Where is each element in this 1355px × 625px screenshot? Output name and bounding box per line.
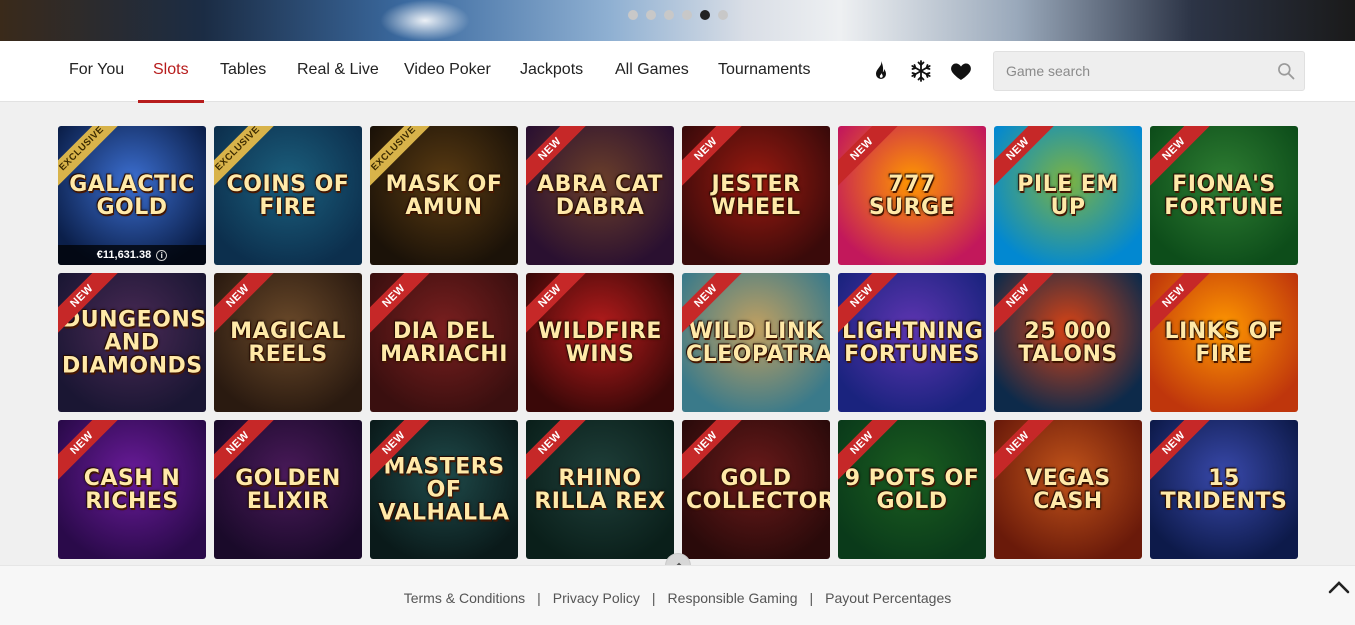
game-title: WILD LINK CLEOPATRA <box>686 318 830 367</box>
game-tile[interactable]: GOLD COLLECTOR NEW <box>682 420 830 559</box>
separator: | <box>809 590 814 606</box>
game-title: VEGAS CASH <box>1025 465 1111 514</box>
game-tile[interactable]: DIA DEL MARIACHI NEW <box>370 273 518 412</box>
game-title: COINS OF FIRE <box>226 171 350 220</box>
game-title: MASK OF AMUN <box>385 171 503 220</box>
game-tile[interactable]: COINS OF FIRE EXCLUSIVE <box>214 126 362 265</box>
link-payout[interactable]: Payout Percentages <box>825 590 951 606</box>
back-to-top-icon[interactable] <box>1327 576 1351 596</box>
game-title: MAGICAL REELS <box>230 318 346 367</box>
game-title: 25 000 TALONS <box>1018 318 1118 367</box>
tab-video-poker[interactable]: Video Poker <box>404 41 491 102</box>
footer: Terms & Conditions | Privacy Policy | Respon… <box>0 565 1355 625</box>
game-title: 15 TRIDENTS <box>1160 465 1288 514</box>
game-tile[interactable]: WILDFIRE WINS NEW <box>526 273 674 412</box>
game-title: 9 POTS OF GOLD <box>844 465 980 514</box>
separator: | <box>651 590 656 606</box>
game-tile[interactable]: WILD LINK CLEOPATRA NEW <box>682 273 830 412</box>
game-tile[interactable]: GOLDEN ELIXIR NEW <box>214 420 362 559</box>
game-title: RHINO RILLA REX <box>534 465 666 514</box>
jackpot-value: €11,631.38 <box>96 249 152 261</box>
game-tile[interactable]: VEGAS CASH NEW <box>994 420 1142 559</box>
separator: | <box>537 590 541 606</box>
carousel-dot[interactable] <box>700 10 710 20</box>
game-title: LINKS OF FIRE <box>1164 318 1284 367</box>
tab-all-games[interactable]: All Games <box>615 41 689 102</box>
game-tile[interactable]: LIGHTNING FORTUNES NEW <box>838 273 986 412</box>
carousel-dot[interactable] <box>664 10 674 20</box>
carousel-dot[interactable] <box>682 10 692 20</box>
game-tile[interactable]: JESTER WHEEL NEW <box>682 126 830 265</box>
info-icon[interactable]: i <box>156 249 168 261</box>
game-title: CASH N RICHES <box>83 465 181 514</box>
link-privacy[interactable]: Privacy Policy <box>553 590 640 606</box>
tab-real-live[interactable]: Real & Live <box>297 41 379 102</box>
game-tile[interactable]: 15 TRIDENTS NEW <box>1150 420 1298 559</box>
jackpot-amount: €11,631.38 i <box>58 245 206 265</box>
tab-tournaments[interactable]: Tournaments <box>718 41 811 102</box>
game-title: DUNGEONS AND DIAMONDS <box>62 307 206 378</box>
game-title: MASTERS OF VALHALLA <box>378 454 510 525</box>
fire-icon[interactable] <box>869 59 893 83</box>
carousel-dot[interactable] <box>646 10 656 20</box>
hero-banner[interactable] <box>0 0 1355 41</box>
search-icon[interactable] <box>1276 61 1296 81</box>
game-title: 777 SURGE <box>868 171 956 220</box>
game-tile[interactable]: MAGICAL REELS NEW <box>214 273 362 412</box>
tab-for-you[interactable]: For You <box>69 41 124 102</box>
carousel-dot[interactable] <box>718 10 728 20</box>
game-tile[interactable]: 777 SURGE NEW <box>838 126 986 265</box>
carousel-dot[interactable] <box>628 10 638 20</box>
game-title: GALACTIC GOLD <box>69 171 195 220</box>
footer-links: Terms & Conditions | Privacy Policy | Respon… <box>0 590 1355 606</box>
game-tile[interactable]: MASTERS OF VALHALLA NEW <box>370 420 518 559</box>
game-search <box>993 51 1305 91</box>
game-title: ABRA CAT DABRA <box>537 171 663 220</box>
tab-jackpots[interactable]: Jackpots <box>520 41 583 102</box>
game-title: WILDFIRE WINS <box>538 318 662 367</box>
game-tile[interactable]: MASK OF AMUN EXCLUSIVE <box>370 126 518 265</box>
game-title: GOLDEN ELIXIR <box>235 465 341 514</box>
game-tile[interactable]: DUNGEONS AND DIAMONDS NEW <box>58 273 206 412</box>
search-input[interactable] <box>994 52 1264 90</box>
link-responsible-gaming[interactable]: Responsible Gaming <box>668 590 798 606</box>
game-tile[interactable]: LINKS OF FIRE NEW <box>1150 273 1298 412</box>
game-title: DIA DEL MARIACHI <box>380 318 508 367</box>
game-tile[interactable]: CASH N RICHES NEW <box>58 420 206 559</box>
game-title: LIGHTNING FORTUNES <box>842 318 984 367</box>
heart-icon[interactable] <box>949 59 973 83</box>
snowflake-icon[interactable] <box>909 59 933 83</box>
category-nav: For You Slots Tables Real & Live Video P… <box>0 41 1355 103</box>
tab-tables[interactable]: Tables <box>220 41 266 102</box>
game-tile[interactable]: RHINO RILLA REX NEW <box>526 420 674 559</box>
game-title: JESTER WHEEL <box>711 171 801 220</box>
game-tile[interactable]: FIONA'S FORTUNE NEW <box>1150 126 1298 265</box>
tab-slots[interactable]: Slots <box>138 41 203 103</box>
game-tile[interactable]: 9 POTS OF GOLD NEW <box>838 420 986 559</box>
link-terms[interactable]: Terms & Conditions <box>404 590 525 606</box>
game-title: PILE EM UP <box>1017 171 1119 220</box>
game-title: FIONA'S FORTUNE <box>1164 171 1284 220</box>
hero-light <box>380 0 470 41</box>
game-tile[interactable]: 25 000 TALONS NEW <box>994 273 1142 412</box>
game-tile[interactable]: PILE EM UP NEW <box>994 126 1142 265</box>
game-title: GOLD COLLECTOR <box>686 465 830 514</box>
game-tile[interactable]: GALACTIC GOLD EXCLUSIVE €11,631.38 i <box>58 126 206 265</box>
game-tile[interactable]: ABRA CAT DABRA NEW <box>526 126 674 265</box>
carousel-dots <box>628 10 728 20</box>
